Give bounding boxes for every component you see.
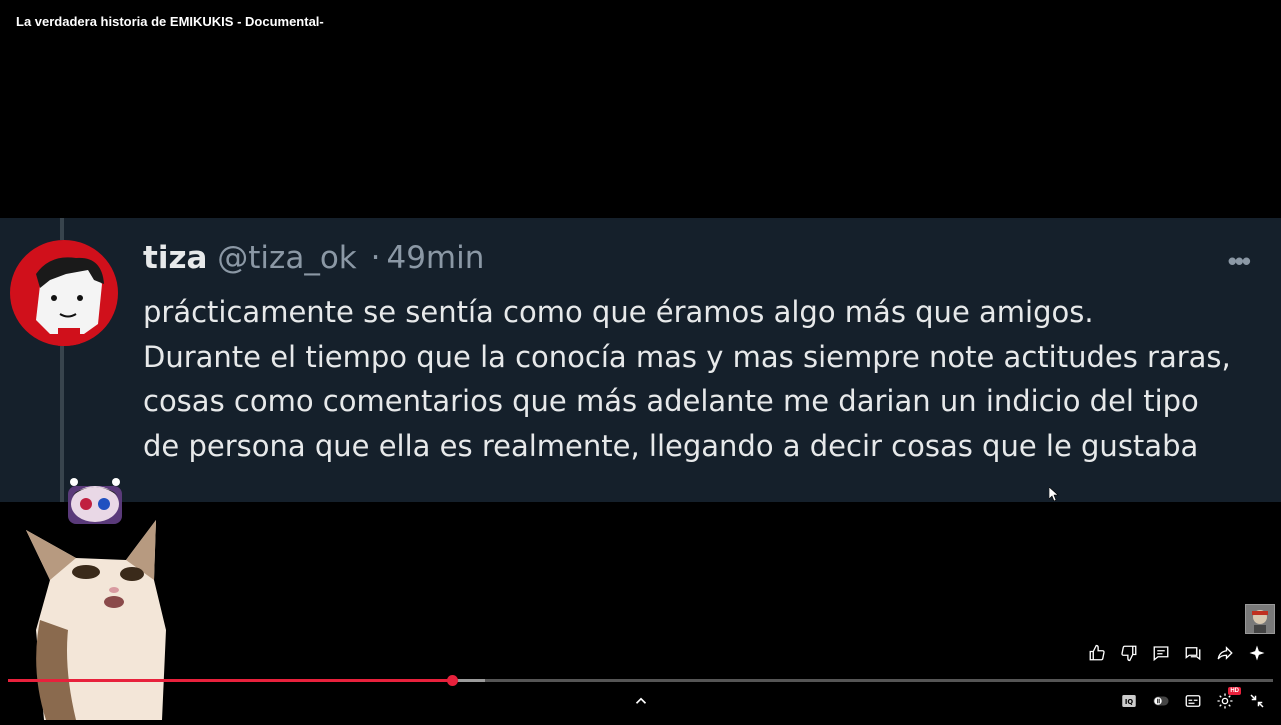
tweet-line: prácticamente se sentía como que éramos … [143, 295, 1094, 329]
toggle-icon[interactable] [1151, 690, 1171, 712]
tweet-display-name[interactable]: tiza [143, 240, 207, 276]
action-rail [1087, 642, 1267, 664]
scrubber-handle[interactable] [447, 675, 458, 686]
tweet-time: 49min [386, 240, 485, 276]
progress-played [8, 679, 452, 682]
avatar [10, 240, 118, 346]
settings-icon[interactable]: HD [1215, 687, 1241, 712]
progress-bar[interactable] [8, 675, 1273, 686]
captions-icon[interactable] [1183, 690, 1203, 712]
thread-line [60, 218, 64, 240]
thread-line [60, 346, 64, 502]
tweet-separator: · [370, 240, 381, 276]
tweet-line: Durante el tiempo que la conocía mas y m… [143, 339, 1231, 374]
iq-icon[interactable]: IQ [1119, 690, 1139, 712]
chat-icon[interactable] [1183, 642, 1203, 664]
share-icon[interactable] [1215, 642, 1235, 664]
svg-text:IQ: IQ [1125, 698, 1134, 706]
tweet-body: prácticamente se sentía como que éramos … [143, 290, 1263, 468]
tweet-header: tiza @tiza_ok · 49min [143, 240, 484, 276]
cat-overlay [16, 510, 170, 720]
channel-thumbnail[interactable] [1245, 604, 1275, 634]
video-frame-tweet: tiza @tiza_ok · 49min ••• prácticamente s… [0, 218, 1281, 502]
tweet-line: de persona que ella es realmente, llegan… [143, 428, 1199, 463]
comment-icon[interactable] [1151, 642, 1171, 664]
tweet-handle[interactable]: @tiza_ok [217, 240, 356, 276]
video-title: La verdadera historia de EMIKUKIS - Docu… [16, 14, 324, 29]
tweet-line: cosas como comentarios que más adelante … [143, 384, 1199, 418]
more-options-icon: ••• [1227, 246, 1251, 276]
thumbs-down-icon[interactable] [1119, 642, 1139, 664]
exit-fullscreen-icon[interactable] [1247, 690, 1267, 712]
hd-badge: HD [1228, 687, 1241, 695]
chevron-up-icon[interactable] [632, 692, 650, 710]
player-controls: IQ HD [1119, 687, 1267, 712]
mouse-cursor-icon [1048, 486, 1059, 502]
thumbs-up-icon[interactable] [1087, 642, 1107, 664]
sparkle-icon[interactable] [1247, 642, 1267, 664]
